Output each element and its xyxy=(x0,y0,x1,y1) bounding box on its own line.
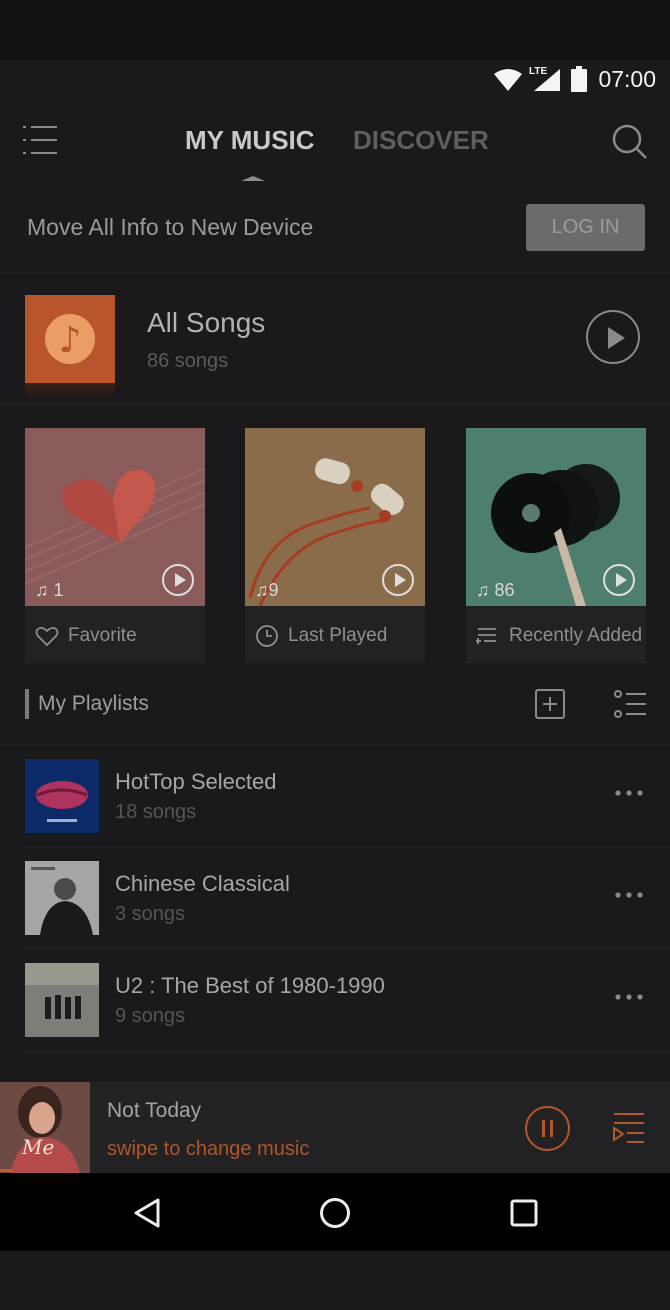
more-options-icon[interactable] xyxy=(613,783,645,803)
last-played-label: Last Played xyxy=(288,625,388,646)
battery-icon xyxy=(571,66,587,92)
last-played-count: ♫9 xyxy=(255,580,279,600)
section-accent-bar xyxy=(25,689,29,719)
favorite-artwork: ♫ 1 xyxy=(25,428,205,606)
playlist-title: Chinese Classical xyxy=(115,871,290,896)
favorite-count: ♫ 1 xyxy=(35,580,64,600)
recently-added-artwork: ♫ 86 xyxy=(466,428,646,606)
last-played-card[interactable]: ♫9 Last Played xyxy=(245,428,425,663)
signal-icon xyxy=(534,69,560,91)
recently-added-label: Recently Added xyxy=(509,625,643,646)
playlist-row[interactable]: U2 : The Best of 1980-1990 9 songs xyxy=(0,949,670,1051)
search-icon[interactable] xyxy=(611,123,649,161)
now-playing-artwork: Me xyxy=(0,1082,90,1173)
add-playlist-icon[interactable] xyxy=(535,689,565,719)
playlist-row[interactable]: HotTop Selected 18 songs xyxy=(0,745,670,847)
playlist-title: U2 : The Best of 1980-1990 xyxy=(115,973,385,998)
swipe-hint: swipe to change music xyxy=(107,1138,310,1160)
move-info-text: Move All Info to New Device xyxy=(27,214,314,240)
play-all-button[interactable] xyxy=(586,310,640,364)
pause-button[interactable] xyxy=(525,1106,570,1151)
last-played-artwork: ♫9 xyxy=(245,428,425,606)
all-songs-title: All Songs xyxy=(147,307,266,338)
queue-icon[interactable] xyxy=(612,1112,646,1144)
active-tab-indicator xyxy=(241,176,265,181)
bottom-band xyxy=(0,1251,670,1310)
tab-discover[interactable]: DISCOVER xyxy=(353,125,489,156)
divider xyxy=(25,1051,670,1052)
recents-icon[interactable] xyxy=(510,1199,538,1227)
play-favorite-button[interactable] xyxy=(162,564,194,596)
favorite-card[interactable]: ♫ 1 Favorite xyxy=(25,428,205,663)
more-options-icon[interactable] xyxy=(613,987,645,1007)
home-icon[interactable] xyxy=(319,1197,351,1229)
all-songs-count: 86 songs xyxy=(147,350,229,372)
hamburger-icon[interactable] xyxy=(23,124,59,156)
playback-progress xyxy=(0,1169,13,1172)
play-recently-added-button[interactable] xyxy=(603,564,635,596)
playlist-title: HotTop Selected xyxy=(115,769,277,794)
recently-added-count-value: 86 xyxy=(494,580,515,600)
svg-text:♪: ♪ xyxy=(59,320,82,361)
now-playing-title: Not Today xyxy=(107,1099,202,1122)
top-band xyxy=(0,0,670,60)
play-last-played-button[interactable] xyxy=(382,564,414,596)
playlist-row[interactable]: Chinese Classical 3 songs xyxy=(0,847,670,949)
manage-playlists-icon[interactable] xyxy=(613,689,647,719)
favorite-label: Favorite xyxy=(68,625,137,646)
tab-my-music[interactable]: MY MUSIC xyxy=(185,125,315,156)
playlist-count: 18 songs xyxy=(115,801,197,823)
playlist-thumbnail xyxy=(25,963,99,1037)
status-bar: LTE 07:00 xyxy=(0,60,670,100)
back-icon[interactable] xyxy=(132,1197,162,1229)
more-options-icon[interactable] xyxy=(613,885,645,905)
divider xyxy=(0,403,670,404)
status-time: 07:00 xyxy=(598,66,656,92)
my-playlists-title: My Playlists xyxy=(38,692,149,715)
playlist-thumbnail xyxy=(25,759,99,833)
recently-added-count: ♫ 86 xyxy=(476,580,515,600)
music-note-icon: ♪ xyxy=(45,314,95,364)
all-songs-row[interactable]: ♪ All Songs 86 songs xyxy=(0,273,670,652)
cover-reflection xyxy=(25,383,115,399)
clock-icon xyxy=(256,625,278,647)
playlist-thumbnail xyxy=(25,861,99,935)
system-nav-bar xyxy=(0,1173,670,1251)
all-songs-cover: ♪ xyxy=(25,295,115,383)
wifi-icon xyxy=(494,69,522,91)
mini-player[interactable]: Me Not Today swipe to change music xyxy=(0,1082,670,1173)
playlist-count: 9 songs xyxy=(115,1005,186,1027)
list-add-icon xyxy=(476,628,496,644)
favorite-count-value: 1 xyxy=(53,580,64,600)
svg-text:Me: Me xyxy=(21,1135,54,1159)
playlist-count: 3 songs xyxy=(115,903,186,925)
heart-icon xyxy=(35,626,59,647)
recently-added-card[interactable]: ♫ 86 Recently Added xyxy=(466,428,646,663)
last-played-count-value: 9 xyxy=(268,580,279,600)
login-button[interactable]: LOG IN xyxy=(526,204,645,251)
